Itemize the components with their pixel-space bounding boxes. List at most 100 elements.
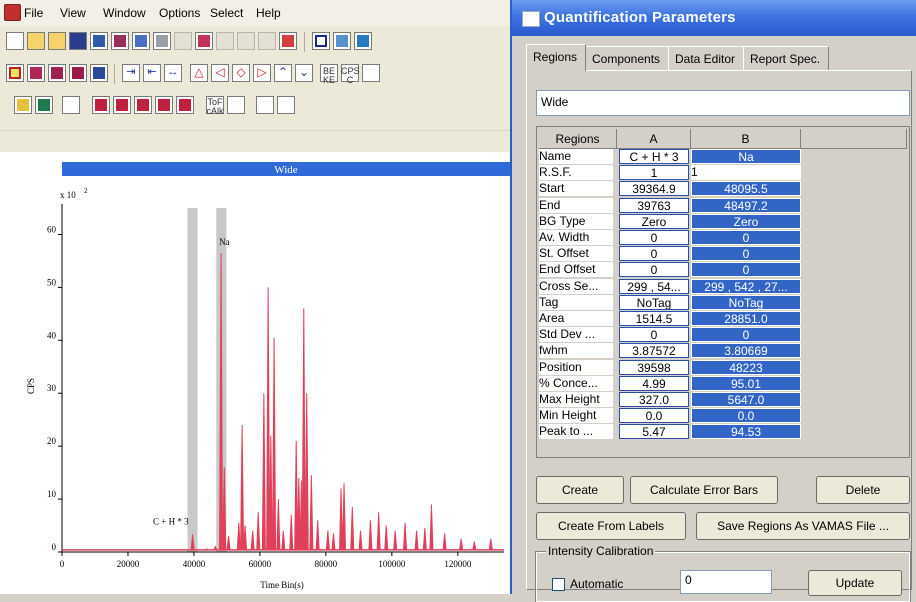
open-recent-icon[interactable] xyxy=(48,32,66,50)
tab-data-editor[interactable]: Data Editor xyxy=(668,46,744,70)
grid-cell-a[interactable]: 0 xyxy=(619,246,689,262)
grid-cell-b[interactable]: 299 , 542 , 27... xyxy=(691,278,801,294)
new-file-icon[interactable] xyxy=(6,32,24,50)
disabled-tool-icon[interactable] xyxy=(174,32,192,50)
region-end-icon[interactable] xyxy=(176,96,194,114)
grid-cell-b[interactable]: Na xyxy=(691,149,801,164)
peak-up-icon[interactable]: △ xyxy=(190,64,208,82)
grid-cell-a[interactable]: 39763 xyxy=(619,197,689,213)
grid-cell-a[interactable]: 0.0 xyxy=(619,408,689,424)
expand-icon[interactable]: ↔ xyxy=(164,64,182,82)
grid-cell-a[interactable]: 327.0 xyxy=(619,392,689,407)
grid-cell-b[interactable]: 5647.0 xyxy=(691,392,801,407)
spectrum-plot[interactable]: Wide 0 10 20 30 40 50 60 0 20000 40000 60000 80000 1… xyxy=(0,152,510,594)
tab-report-spec[interactable]: Report Spec. xyxy=(743,46,829,70)
save-vamas-button[interactable]: Save Regions As VAMAS File ... xyxy=(696,512,910,540)
grid-frame-icon[interactable] xyxy=(90,64,108,82)
tof-calk-button[interactable]: ToF cAlk xyxy=(206,96,224,116)
grid-cell-a[interactable]: 299 , 54... xyxy=(619,278,689,294)
shift-left-icon[interactable]: ⇤ xyxy=(143,64,161,82)
grid-cell-a[interactable]: 4.99 xyxy=(619,375,689,391)
duplicate-icon[interactable] xyxy=(132,32,150,50)
grid-cell-b[interactable]: 48223 xyxy=(691,359,801,375)
disabled-tool-icon[interactable] xyxy=(216,32,234,50)
calibrate-icon[interactable] xyxy=(35,96,53,114)
shift-right-icon[interactable]: ⇥ xyxy=(122,64,140,82)
menu-file[interactable]: File xyxy=(24,6,43,20)
sum-icon[interactable] xyxy=(277,96,295,114)
grid-cell-b[interactable]: 48095.5 xyxy=(691,181,801,197)
overlay-icon[interactable] xyxy=(195,32,213,50)
report-icon[interactable] xyxy=(279,32,297,50)
tile-icon[interactable] xyxy=(354,32,372,50)
menu-select[interactable]: Select xyxy=(210,6,243,20)
menu-options[interactable]: Options xyxy=(159,6,200,20)
grid-cell-b[interactable]: 0 xyxy=(691,246,801,262)
scale-up-icon[interactable]: ⌃ xyxy=(274,64,292,82)
grid-cell-a[interactable]: 39364.9 xyxy=(619,181,689,197)
grid-cell-b[interactable]: 0.0 xyxy=(691,408,801,424)
grid-cell-a[interactable]: 5.47 xyxy=(619,424,689,440)
display-frame-icon[interactable] xyxy=(6,64,24,82)
add-icon[interactable] xyxy=(256,96,274,114)
save-disk-icon[interactable] xyxy=(69,32,87,50)
open-folder-icon[interactable] xyxy=(27,32,45,50)
disabled-tool-icon[interactable] xyxy=(237,32,255,50)
grid-cell-a[interactable]: 39598 xyxy=(619,359,689,375)
spectrum-chart[interactable]: Wide 0 10 20 30 40 50 60 0 20000 40000 60000 80000 1… xyxy=(0,152,510,594)
region-set-name-field[interactable]: Wide xyxy=(536,90,910,116)
grid-cell-b[interactable]: Zero xyxy=(691,213,801,229)
copy-icon[interactable] xyxy=(90,32,108,50)
automatic-checkbox[interactable] xyxy=(552,578,565,591)
regions-grid[interactable]: Regions A B Name C + H * 3 Na R.S.F. 1 1 Start… xyxy=(536,126,910,458)
print-icon[interactable] xyxy=(153,32,171,50)
peak-fit-icon[interactable] xyxy=(227,96,245,114)
grid-cell-b[interactable]: 3.80669 xyxy=(691,343,801,359)
units-toggle[interactable] xyxy=(362,64,380,82)
menu-window[interactable]: Window xyxy=(103,6,146,20)
create-button[interactable]: Create xyxy=(536,476,624,504)
delete-button[interactable]: Delete xyxy=(816,476,910,504)
tab-components[interactable]: Components xyxy=(585,46,669,70)
be-ke-toggle[interactable]: BE KE xyxy=(320,64,338,85)
menu-view[interactable]: View xyxy=(60,6,86,20)
region-band[interactable] xyxy=(187,208,198,552)
scale-down-icon[interactable]: ⌄ xyxy=(295,64,313,82)
cps-toggle[interactable]: CPS C xyxy=(341,64,360,85)
calculate-error-bars-button[interactable]: Calculate Error Bars xyxy=(630,476,778,504)
paste-icon[interactable] xyxy=(111,32,129,50)
multi-frame-icon[interactable] xyxy=(27,64,45,82)
dialog-titlebar[interactable]: Quantification Parameters xyxy=(512,0,916,36)
spectrum-icon[interactable] xyxy=(14,96,32,114)
grid-cell-b[interactable]: 95.01 xyxy=(691,375,801,391)
grid-cell-b[interactable]: 1 xyxy=(691,165,801,181)
grid-cell-a[interactable]: Zero xyxy=(619,213,689,229)
window-icon[interactable] xyxy=(312,32,330,50)
region-add-icon[interactable] xyxy=(92,96,110,114)
app-icon[interactable] xyxy=(4,4,21,21)
layout-icon[interactable] xyxy=(333,32,351,50)
tile-frame-icon[interactable] xyxy=(48,64,66,82)
menu-help[interactable]: Help xyxy=(256,6,281,20)
grid-cell-a[interactable]: 1514.5 xyxy=(619,311,689,326)
region-left-icon[interactable] xyxy=(113,96,131,114)
grid-cell-b[interactable]: 0 xyxy=(691,230,801,245)
grid-cell-a[interactable]: 0 xyxy=(619,262,689,278)
grid-cell-b[interactable]: 0 xyxy=(691,262,801,278)
grid-cell-a[interactable]: 0 xyxy=(619,327,689,343)
update-button[interactable]: Update xyxy=(808,570,902,596)
peak-right-icon[interactable]: ▷ xyxy=(253,64,271,82)
create-from-labels-button[interactable]: Create From Labels xyxy=(536,512,686,540)
grid-cell-a[interactable]: 3.87572 xyxy=(619,343,689,359)
grid-cell-a[interactable]: C + H * 3 xyxy=(619,149,689,164)
peak-left-icon[interactable]: ◁ xyxy=(211,64,229,82)
grid-cell-a[interactable]: NoTag xyxy=(619,294,689,310)
grid-cell-b[interactable]: 0 xyxy=(691,327,801,343)
disabled-tool-icon[interactable] xyxy=(258,32,276,50)
overlay-frame-icon[interactable] xyxy=(69,64,87,82)
marker-icon[interactable] xyxy=(62,96,80,114)
grid-cell-b[interactable]: NoTag xyxy=(691,294,801,310)
grid-cell-b[interactable]: 94.53 xyxy=(691,424,801,440)
grid-cell-b[interactable]: 28851.0 xyxy=(691,311,801,326)
tab-regions[interactable]: Regions xyxy=(526,44,586,71)
